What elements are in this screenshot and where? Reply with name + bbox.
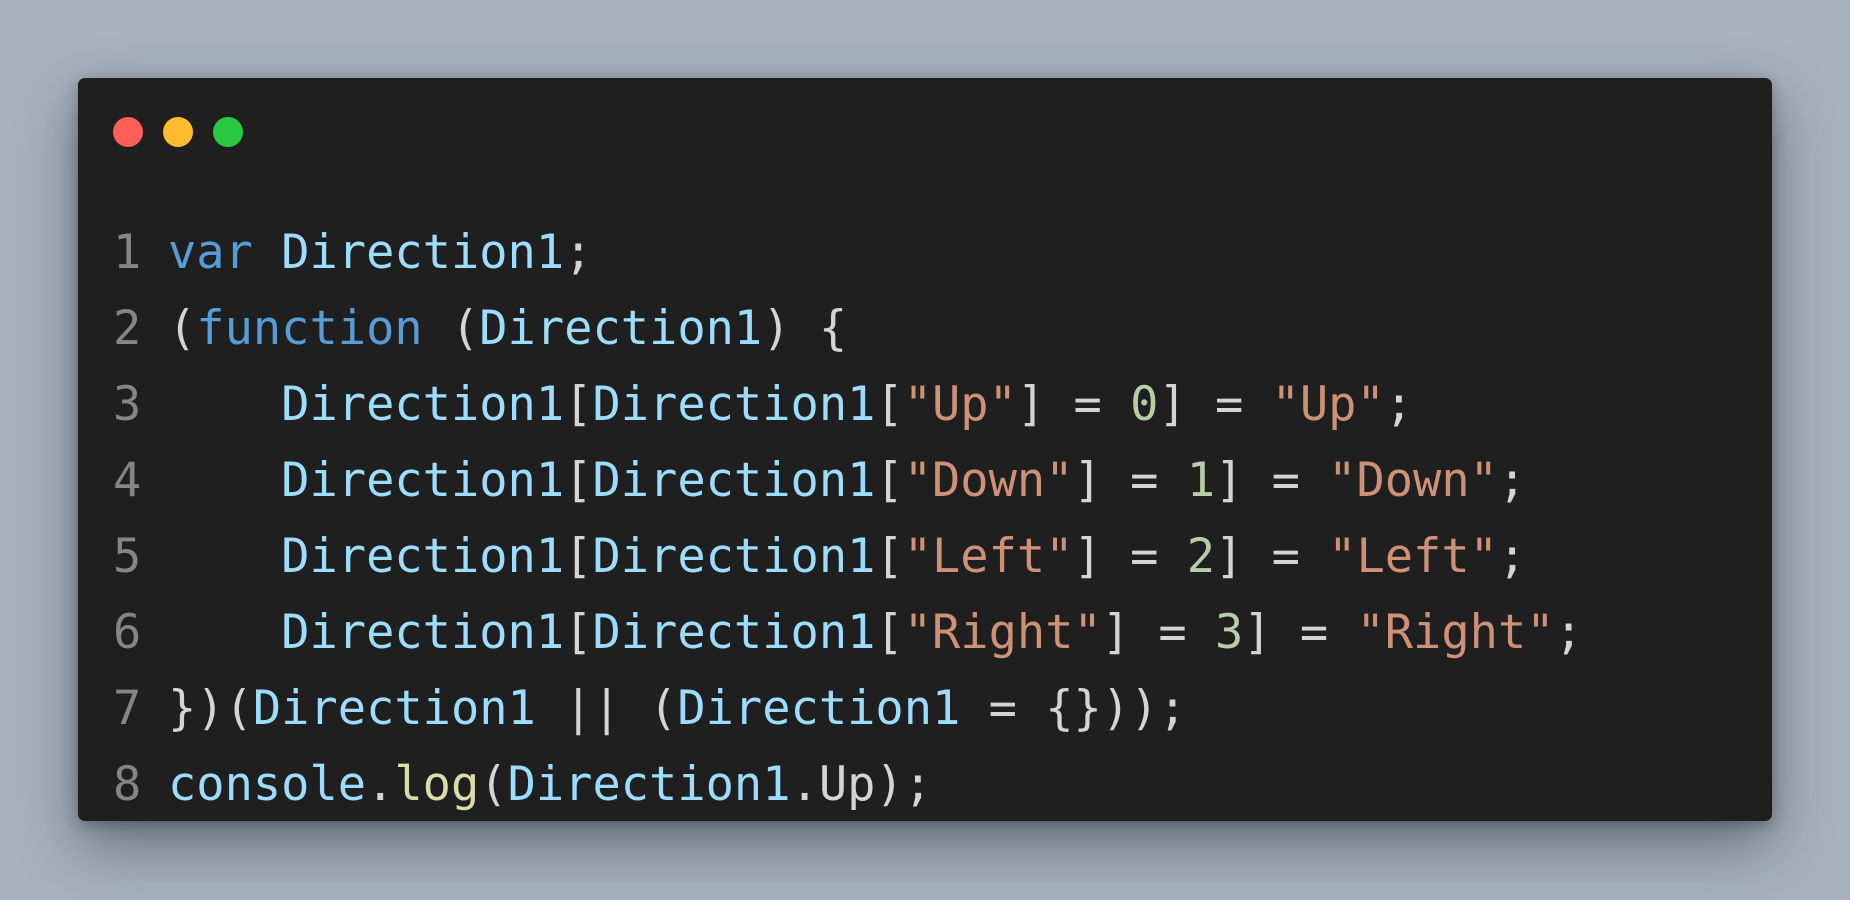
code-token: ( <box>168 301 197 356</box>
code-token: [ <box>875 453 904 508</box>
code-window: 1 var Direction1; 2 (function (Direction1) … <box>78 78 1772 821</box>
code-token: = {})); <box>960 681 1187 736</box>
code-token: [ <box>875 377 904 432</box>
minimize-icon[interactable] <box>163 117 193 147</box>
line-number: 1 <box>113 225 142 280</box>
code-line[interactable]: 3 Direction1[Direction1["Up"] = 0] = "Up… <box>113 367 1742 443</box>
code-token: Direction1 <box>592 529 876 584</box>
code-token: Direction1 <box>592 453 876 508</box>
code-token: "Down" <box>903 453 1074 508</box>
code-token: console <box>168 757 367 812</box>
line-code: var Direction1; <box>168 215 1742 291</box>
line-number: 6 <box>113 605 142 660</box>
code-token: ; <box>1497 529 1527 584</box>
line-code: Direction1[Direction1["Down"] = 1] = "Do… <box>168 443 1742 519</box>
code-token: log <box>394 757 480 812</box>
code-token: "Right" <box>903 605 1102 660</box>
code-token: Direction1 <box>507 757 791 812</box>
code-token: ] = <box>1243 605 1357 660</box>
line-number: 4 <box>113 453 142 508</box>
code-token: Direction1 <box>677 681 961 736</box>
code-token: ] = <box>1101 605 1215 660</box>
line-number: 3 <box>113 377 142 432</box>
code-token: || ( <box>535 681 678 736</box>
code-line[interactable]: 6 Direction1[Direction1["Right"] = 3] = … <box>113 595 1742 671</box>
line-code: Direction1[Direction1["Right"] = 3] = "R… <box>168 595 1742 671</box>
code-token: [ <box>564 529 593 584</box>
code-token: function <box>196 301 423 356</box>
code-token: ( <box>422 301 480 356</box>
code-token: 2 <box>1186 529 1215 584</box>
code-token: ] = <box>1214 529 1329 584</box>
code-token: [ <box>875 529 904 584</box>
line-number: 8 <box>113 757 142 812</box>
code-token: 1 <box>1186 453 1215 508</box>
code-token: Direction1 <box>281 225 565 280</box>
code-token: [ <box>564 605 593 660</box>
code-line[interactable]: 1 var Direction1; <box>113 215 1742 291</box>
line-code: console.log(Direction1.Up); <box>168 747 1742 823</box>
code-token: Direction1 <box>281 453 565 508</box>
code-token: "Left" <box>1328 529 1498 584</box>
code-line[interactable]: 2 (function (Direction1) { <box>113 291 1742 367</box>
code-token: "Up" <box>1271 377 1385 432</box>
code-token: Direction1 <box>252 681 536 736</box>
code-token: ; <box>1497 453 1527 508</box>
code-token: ] = <box>1016 377 1131 432</box>
code-line[interactable]: 7})(Direction1 || (Direction1 = {})); <box>113 671 1742 747</box>
code-line[interactable]: 4 Direction1[Direction1["Down"] = 1] = "… <box>113 443 1742 519</box>
code-token: ] = <box>1214 453 1329 508</box>
code-editor[interactable]: 1 var Direction1; 2 (function (Direction1) … <box>113 215 1742 823</box>
code-token: Direction1 <box>281 377 565 432</box>
code-token: Direction1 <box>592 605 876 660</box>
code-line[interactable]: 8 console.log(Direction1.Up); <box>113 747 1742 823</box>
line-number: 5 <box>113 529 142 584</box>
code-token: ] = <box>1073 453 1187 508</box>
maximize-icon[interactable] <box>213 117 243 147</box>
code-token: ] = <box>1158 377 1272 432</box>
line-code: })(Direction1 || (Direction1 = {})); <box>168 671 1742 747</box>
code-line[interactable]: 5 Direction1[Direction1["Left"] = 2] = "… <box>113 519 1742 595</box>
code-token: ; <box>564 225 593 280</box>
code-token: 3 <box>1214 605 1244 660</box>
code-token: ( <box>479 757 508 812</box>
line-code: Direction1[Direction1["Up"] = 0] = "Up"; <box>168 367 1742 443</box>
code-token: Direction1 <box>281 605 565 660</box>
code-token: Direction1 <box>281 529 565 584</box>
code-token: "Left" <box>903 529 1074 584</box>
line-code: (function (Direction1) { <box>168 291 1742 367</box>
code-token: })( <box>168 681 253 736</box>
code-token: [ <box>564 377 593 432</box>
line-number: 2 <box>113 301 142 356</box>
code-token: Direction1 <box>592 377 876 432</box>
code-token: ; <box>1384 377 1414 432</box>
code-token: ) { <box>762 301 848 356</box>
line-number: 7 <box>113 681 142 736</box>
close-icon[interactable] <box>113 117 143 147</box>
line-code: Direction1[Direction1["Left"] = 2] = "Le… <box>168 519 1742 595</box>
code-token: Direction1 <box>479 301 763 356</box>
code-token: .Up); <box>790 757 933 812</box>
code-token: var <box>168 225 253 280</box>
code-token: [ <box>875 605 904 660</box>
code-token: ] = <box>1073 529 1187 584</box>
code-token: "Right" <box>1356 605 1555 660</box>
code-token: "Up" <box>903 377 1017 432</box>
code-token: 0 <box>1130 377 1159 432</box>
code-token: . <box>366 757 395 812</box>
code-token: "Down" <box>1328 453 1498 508</box>
code-token: [ <box>564 453 593 508</box>
window-controls <box>113 117 243 147</box>
code-token: ; <box>1554 605 1583 660</box>
